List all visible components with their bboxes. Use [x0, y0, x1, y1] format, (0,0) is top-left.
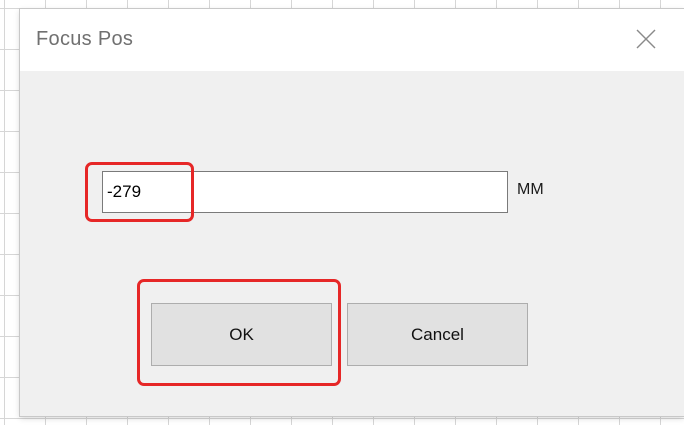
- dialog-title: Focus Pos: [36, 28, 134, 50]
- close-button[interactable]: [624, 19, 668, 59]
- close-icon: [636, 29, 656, 49]
- unit-label: MM: [517, 181, 544, 198]
- focus-pos-input-box[interactable]: [102, 171, 508, 213]
- focus-pos-input[interactable]: [103, 172, 507, 212]
- cancel-button[interactable]: Cancel: [347, 303, 528, 366]
- ok-button[interactable]: OK: [151, 303, 332, 366]
- ok-button-label: OK: [229, 324, 254, 344]
- dialog-titlebar: Focus Pos: [20, 9, 684, 71]
- cancel-button-label: Cancel: [411, 324, 464, 344]
- focus-pos-dialog: Focus Pos MM OK Cancel: [20, 9, 684, 416]
